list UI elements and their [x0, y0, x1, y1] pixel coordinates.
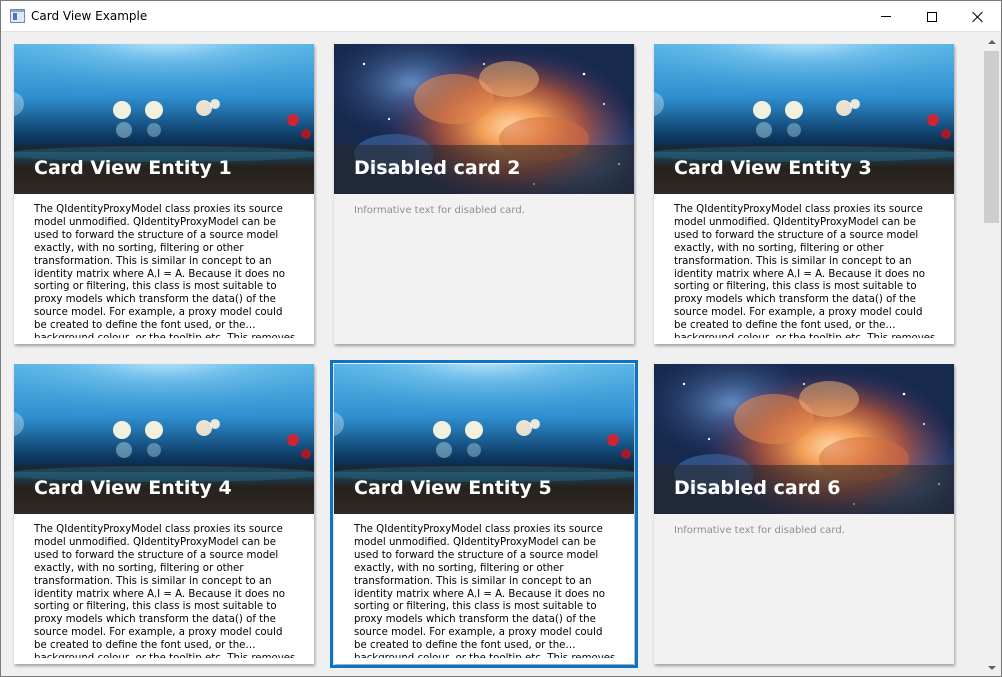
close-icon — [972, 11, 984, 23]
maximize-icon — [927, 11, 937, 22]
card-text: The QIdentityProxyModel class proxies it… — [34, 204, 295, 338]
card-view[interactable]: Card View Entity 1 The QIdentityProxyMod… — [2, 33, 982, 676]
minimize-icon — [881, 16, 891, 17]
card-title: Card View Entity 1 — [34, 157, 232, 179]
card-text: The QIdentityProxyModel class proxies it… — [674, 204, 935, 338]
maximize-button[interactable] — [909, 1, 955, 32]
card-1[interactable]: Card View Entity 1 The QIdentityProxyMod… — [14, 44, 314, 344]
title-bar[interactable]: Card View Example — [1, 1, 1001, 32]
card-2: Disabled card 2 Informative text for dis… — [334, 44, 634, 344]
close-button[interactable] — [955, 1, 1001, 32]
chevron-down-icon — [987, 665, 996, 670]
card-title: Card View Entity 5 — [354, 477, 552, 499]
vertical-scrollbar[interactable] — [982, 33, 1001, 676]
chevron-up-icon — [987, 39, 996, 44]
app-window: Card View Example Card View Entity 1 The… — [0, 0, 1002, 677]
card-text: Informative text for disabled card. — [354, 205, 525, 216]
scroll-down-button[interactable] — [982, 659, 1001, 676]
card-title: Card View Entity 4 — [34, 477, 232, 499]
card-5[interactable]: Card View Entity 5 The QIdentityProxyMod… — [330, 360, 638, 668]
window-title: Card View Example — [31, 9, 148, 23]
minimize-button[interactable] — [863, 1, 909, 32]
scroll-thumb[interactable] — [984, 51, 999, 223]
scroll-up-button[interactable] — [982, 33, 1001, 50]
card-text: The QIdentityProxyModel class proxies it… — [354, 524, 615, 658]
app-icon[interactable] — [10, 9, 25, 23]
card-text: Informative text for disabled card. — [674, 525, 845, 536]
card-title: Card View Entity 3 — [674, 157, 872, 179]
card-title: Disabled card 6 — [674, 477, 841, 499]
card-4[interactable]: Card View Entity 4 The QIdentityProxyMod… — [14, 364, 314, 664]
card-6: Disabled card 6 Informative text for dis… — [654, 364, 954, 664]
card-text: The QIdentityProxyModel class proxies it… — [34, 524, 295, 658]
card-3[interactable]: Card View Entity 3 The QIdentityProxyMod… — [654, 44, 954, 344]
card-title: Disabled card 2 — [354, 157, 521, 179]
